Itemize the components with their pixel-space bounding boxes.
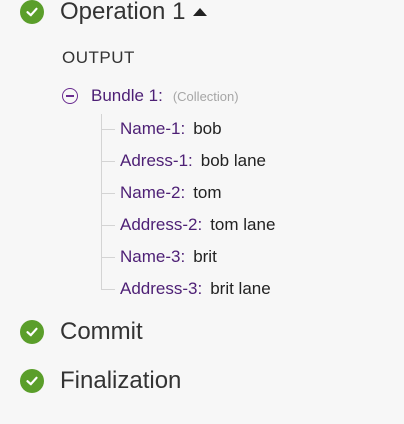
step-title: Operation 1 xyxy=(60,0,186,25)
field-key: Name-1: xyxy=(120,119,186,138)
field-value: brit lane xyxy=(210,279,271,298)
caret-up-icon[interactable] xyxy=(193,8,208,16)
field-row: Adress-1: bob lane xyxy=(101,150,266,172)
tree-branch xyxy=(101,160,115,162)
field-key: Address-2: xyxy=(120,215,203,234)
field-value: tom lane xyxy=(210,215,276,234)
field-row: Address-2: tom lane xyxy=(101,214,275,236)
field-value: tom xyxy=(193,183,222,202)
field-key: Name-3: xyxy=(120,247,186,266)
field-row: Name-1: bob xyxy=(101,118,222,140)
field-row: Name-2: tom xyxy=(101,182,222,204)
tree-branch xyxy=(101,256,115,258)
field-row: Address-3: brit lane xyxy=(101,278,271,300)
field-key: Name-2: xyxy=(120,183,186,202)
bundle-row: Bundle 1: (Collection) xyxy=(62,86,239,106)
step-commit: Commit xyxy=(20,320,143,344)
field-row: Name-3: brit xyxy=(101,246,217,268)
field-value: bob xyxy=(193,119,222,138)
bundle-label: Bundle 1: xyxy=(91,86,163,105)
check-circle-icon xyxy=(20,0,44,24)
bundle-type: (Collection) xyxy=(172,88,239,104)
field-value: brit xyxy=(193,247,217,266)
field-value: bob lane xyxy=(200,151,266,170)
field-key: Adress-1: xyxy=(120,151,193,170)
minus-circle-icon[interactable] xyxy=(62,88,78,104)
tree-branch xyxy=(101,128,115,130)
step-title: Finalization xyxy=(60,367,182,394)
step-title: Commit xyxy=(60,318,143,345)
output-heading: OUTPUT xyxy=(62,48,135,67)
check-circle-icon xyxy=(20,369,44,393)
check-circle-icon xyxy=(20,320,44,344)
tree-branch xyxy=(101,224,115,226)
step-finalization: Finalization xyxy=(20,369,181,393)
field-key: Address-3: xyxy=(120,279,203,298)
tree-branch xyxy=(101,288,115,290)
tree-branch xyxy=(101,192,115,194)
step-operation-1: Operation 1 xyxy=(20,0,208,25)
